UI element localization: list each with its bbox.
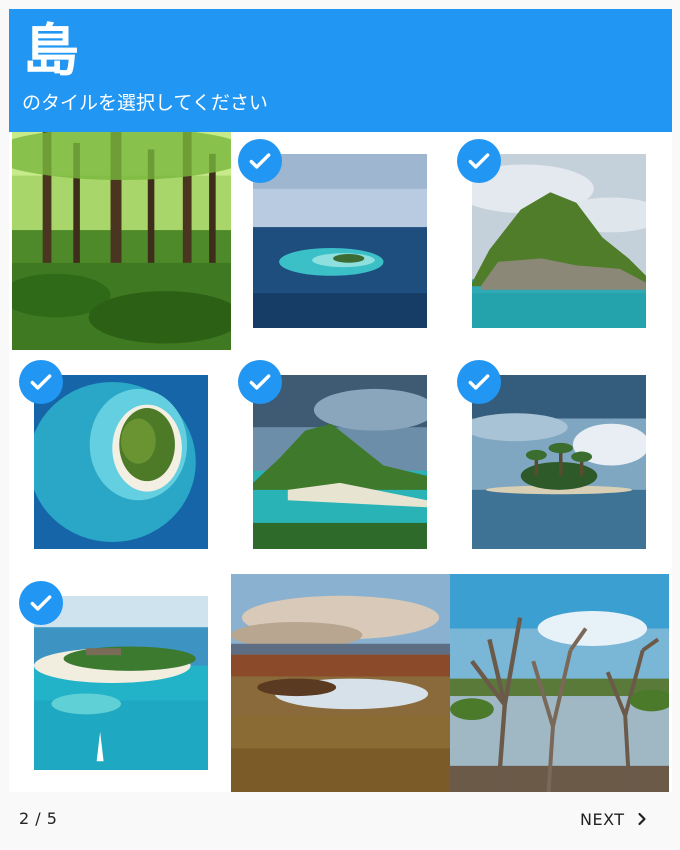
check-icon [457, 360, 501, 404]
page-indicator: 2 / 5 [19, 809, 58, 828]
tile-1[interactable] [12, 132, 231, 350]
target-keyword: 島 [23, 19, 80, 84]
tile-4[interactable] [12, 353, 231, 571]
tile-5[interactable] [231, 353, 450, 571]
check-icon [19, 360, 63, 404]
tile-8[interactable] [231, 574, 450, 792]
palm-island-image [472, 375, 646, 549]
forest-image [12, 132, 231, 350]
captcha-header: 島 のタイルを選択してください [9, 9, 672, 132]
chevron-right-icon [637, 812, 646, 826]
next-button-label: NEXT [580, 809, 625, 829]
tile-2[interactable] [231, 132, 450, 350]
check-icon [238, 139, 282, 183]
marsh-landscape-image [231, 574, 450, 792]
tile-7[interactable] [12, 574, 231, 792]
tile-6[interactable] [450, 353, 669, 571]
captcha-window: 島 のタイルを選択してください 2 / 5 NEXT [0, 0, 680, 850]
tile-9[interactable] [450, 574, 669, 792]
check-icon [238, 360, 282, 404]
check-icon [457, 139, 501, 183]
captcha-footer: 2 / 5 NEXT [0, 792, 680, 850]
next-button[interactable]: NEXT [580, 806, 649, 832]
mangrove-trees-image [450, 574, 669, 792]
check-icon [19, 581, 63, 625]
round-island-aerial-image [34, 375, 208, 549]
instruction-text: のタイルを選択してください [22, 92, 268, 114]
atoll-island-image [253, 154, 427, 328]
rocky-island-image [472, 154, 646, 328]
resort-island-image [34, 596, 208, 770]
green-hill-island-image [253, 375, 427, 549]
tile-grid [9, 132, 672, 792]
tile-3[interactable] [450, 132, 669, 350]
